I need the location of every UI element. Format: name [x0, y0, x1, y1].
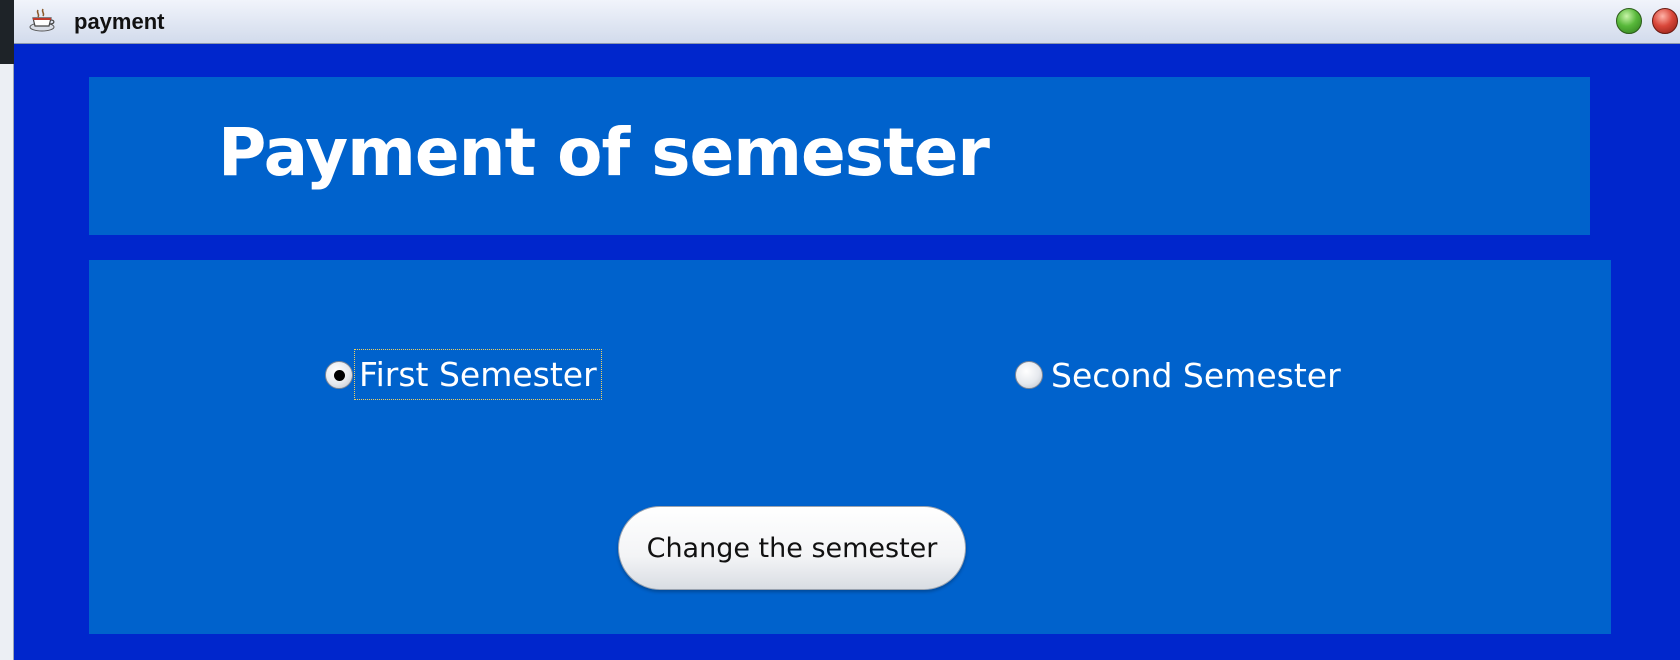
semester-panel: First Semester Second Semester Change th… [89, 260, 1611, 634]
title-bar[interactable]: payment [14, 0, 1680, 44]
change-semester-button[interactable]: Change the semester [618, 506, 966, 590]
close-button[interactable] [1652, 8, 1678, 34]
header-panel: Payment of semester [89, 77, 1590, 235]
first-semester-label[interactable]: First Semester [354, 349, 602, 400]
second-semester-radio[interactable] [1015, 361, 1043, 389]
minimize-button[interactable] [1616, 8, 1642, 34]
first-semester-radio[interactable] [325, 361, 353, 389]
second-semester-label[interactable]: Second Semester [1051, 359, 1341, 392]
window-title: payment [74, 9, 165, 34]
payment-window: payment Payment of semester First Semest… [14, 0, 1680, 660]
page-title: Payment of semester [218, 114, 990, 191]
left-edge [0, 64, 14, 660]
radio-selected-dot [334, 370, 345, 381]
java-coffee-cup-icon [28, 8, 58, 34]
